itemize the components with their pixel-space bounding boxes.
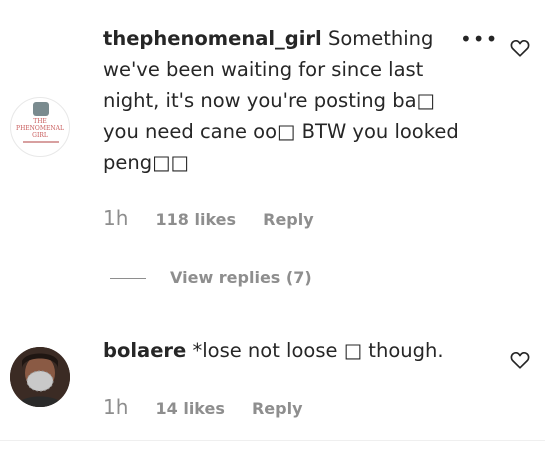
avatar-photo	[33, 102, 49, 116]
reply-button[interactable]: Reply	[263, 210, 314, 229]
comment-username[interactable]: bolaere	[103, 339, 186, 362]
divider	[0, 440, 545, 441]
heart-icon[interactable]	[509, 37, 531, 59]
avatar-logo-text: THE PHENOMENAL GIRL	[16, 118, 64, 139]
comment-likes[interactable]: 118 likes	[156, 210, 237, 229]
comment-time[interactable]: 1h	[103, 206, 128, 230]
comment-meta: 1h 14 likes Reply	[103, 395, 303, 419]
avatar-thephenomenal-girl[interactable]: THE PHENOMENAL GIRL	[10, 97, 70, 157]
avatar-logo: THE PHENOMENAL GIRL	[11, 98, 69, 156]
comment-likes[interactable]: 14 likes	[156, 399, 225, 418]
comment-body: thephenomenal_girl Something we've been …	[103, 23, 473, 178]
avatar-logo-underline	[23, 141, 59, 143]
more-options-icon[interactable]: •••	[460, 29, 498, 49]
avatar-bolaere[interactable]	[10, 347, 70, 407]
avatar-photo	[10, 347, 70, 407]
comment-meta: 1h 118 likes Reply	[103, 206, 314, 230]
comment-text: *lose not loose □ though.	[192, 339, 444, 362]
comment-body: bolaere *lose not loose □ though.	[103, 335, 473, 366]
comment-username[interactable]: thephenomenal_girl	[103, 27, 322, 50]
reply-button[interactable]: Reply	[252, 399, 303, 418]
view-replies-button[interactable]: View replies (7)	[170, 266, 312, 290]
comment-time[interactable]: 1h	[103, 395, 128, 419]
heart-icon[interactable]	[509, 349, 531, 371]
replies-divider-line	[110, 278, 146, 279]
